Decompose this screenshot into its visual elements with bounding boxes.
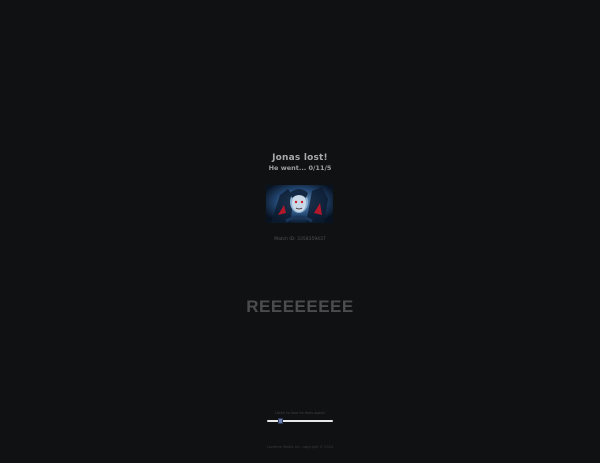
audio-caption: Listen to how he feels again! xyxy=(274,411,326,415)
page: Jonas lost! He went... 0/11/5 Match ID: … xyxy=(0,0,600,463)
audio-slider-thumb[interactable] xyxy=(278,418,283,424)
page-subtitle: He went... 0/11/5 xyxy=(268,164,332,172)
match-id-label: Match ID: 3358359437 xyxy=(274,237,326,242)
audio-slider-track[interactable] xyxy=(267,420,333,422)
page-title: Jonas lost! xyxy=(272,153,328,163)
footer-copyright: Lazorme Media Inc. copyright © 2024 xyxy=(266,445,334,449)
scream-text: REEEEEEEE xyxy=(246,297,354,316)
hero-portrait-image xyxy=(266,185,333,223)
